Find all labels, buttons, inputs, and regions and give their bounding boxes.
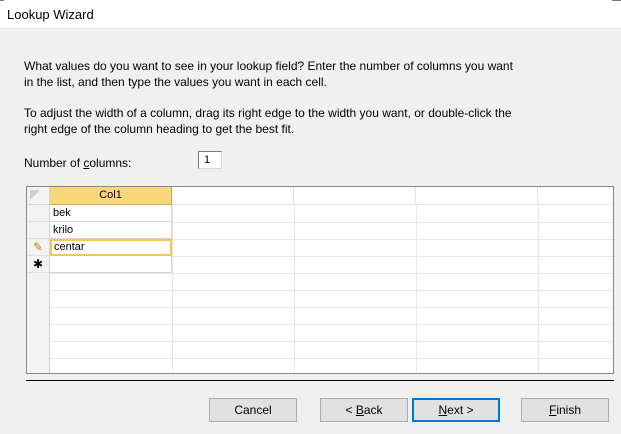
grid-cell-new[interactable] [50, 256, 172, 273]
grid-cell[interactable]: bek [50, 205, 172, 222]
separator [26, 380, 614, 381]
grid-cell-active[interactable]: centar [50, 239, 172, 256]
select-all-corner[interactable] [27, 187, 50, 205]
empty-header [172, 187, 294, 205]
button-hotkey: B [355, 403, 364, 417]
label-part: Number of [24, 156, 84, 170]
grid-line [50, 307, 613, 308]
finish-button[interactable]: Finish [521, 398, 609, 422]
number-of-columns-label: Number of columns: [24, 156, 131, 170]
button-label-part: < [345, 403, 356, 417]
cancel-button[interactable]: Cancel [209, 398, 297, 422]
empty-header [294, 187, 416, 205]
instruction-line: What values do you want to see in your l… [24, 59, 513, 73]
instruction-line: To adjust the width of a column, drag it… [24, 106, 512, 120]
empty-header [538, 187, 613, 205]
title-bar: Lookup Wizard [0, 0, 621, 29]
empty-header [416, 187, 538, 205]
pencil-icon[interactable]: ✎ [27, 239, 50, 256]
instruction-text: To adjust the width of a column, drag it… [24, 105, 614, 137]
window-title: Lookup Wizard [7, 7, 94, 22]
grid-cell[interactable]: krilo [50, 222, 172, 239]
row-selector[interactable] [27, 205, 50, 222]
wizard-dialog: What values do you want to see in your l… [0, 29, 621, 434]
instruction-text: What values do you want to see in your l… [24, 58, 614, 90]
new-record-icon[interactable]: ✱ [27, 256, 50, 273]
grid-line [294, 187, 295, 373]
border-mark [0, 0, 4, 1]
grid-line [50, 341, 613, 342]
corner-triangle-icon [30, 190, 40, 200]
grid-line [50, 358, 613, 359]
border-mark [612, 0, 621, 1]
button-label-part: inish [556, 403, 582, 417]
instruction-line: right edge of the column heading to get … [24, 122, 295, 136]
button-label-part: ack [363, 403, 383, 417]
row-selector[interactable] [27, 222, 50, 239]
grid-line [172, 187, 173, 373]
back-button[interactable]: < Back [320, 398, 408, 422]
grid-line [50, 290, 613, 291]
column-header-col1[interactable]: Col1 [50, 187, 172, 205]
grid-line [50, 273, 613, 274]
lookup-values-grid[interactable]: Col1 bek krilo ✎ centar ✱ [26, 186, 614, 374]
grid-line [50, 324, 613, 325]
label-part: olumns: [89, 156, 132, 170]
button-hotkey: N [438, 403, 448, 417]
instruction-line: in the list, and then type the values yo… [24, 75, 327, 89]
grid-line [538, 187, 539, 373]
grid-line [416, 187, 417, 373]
number-of-columns-input[interactable]: 1 [198, 151, 222, 169]
next-button[interactable]: Next > [412, 398, 500, 422]
button-label-part: ext > [447, 403, 474, 417]
